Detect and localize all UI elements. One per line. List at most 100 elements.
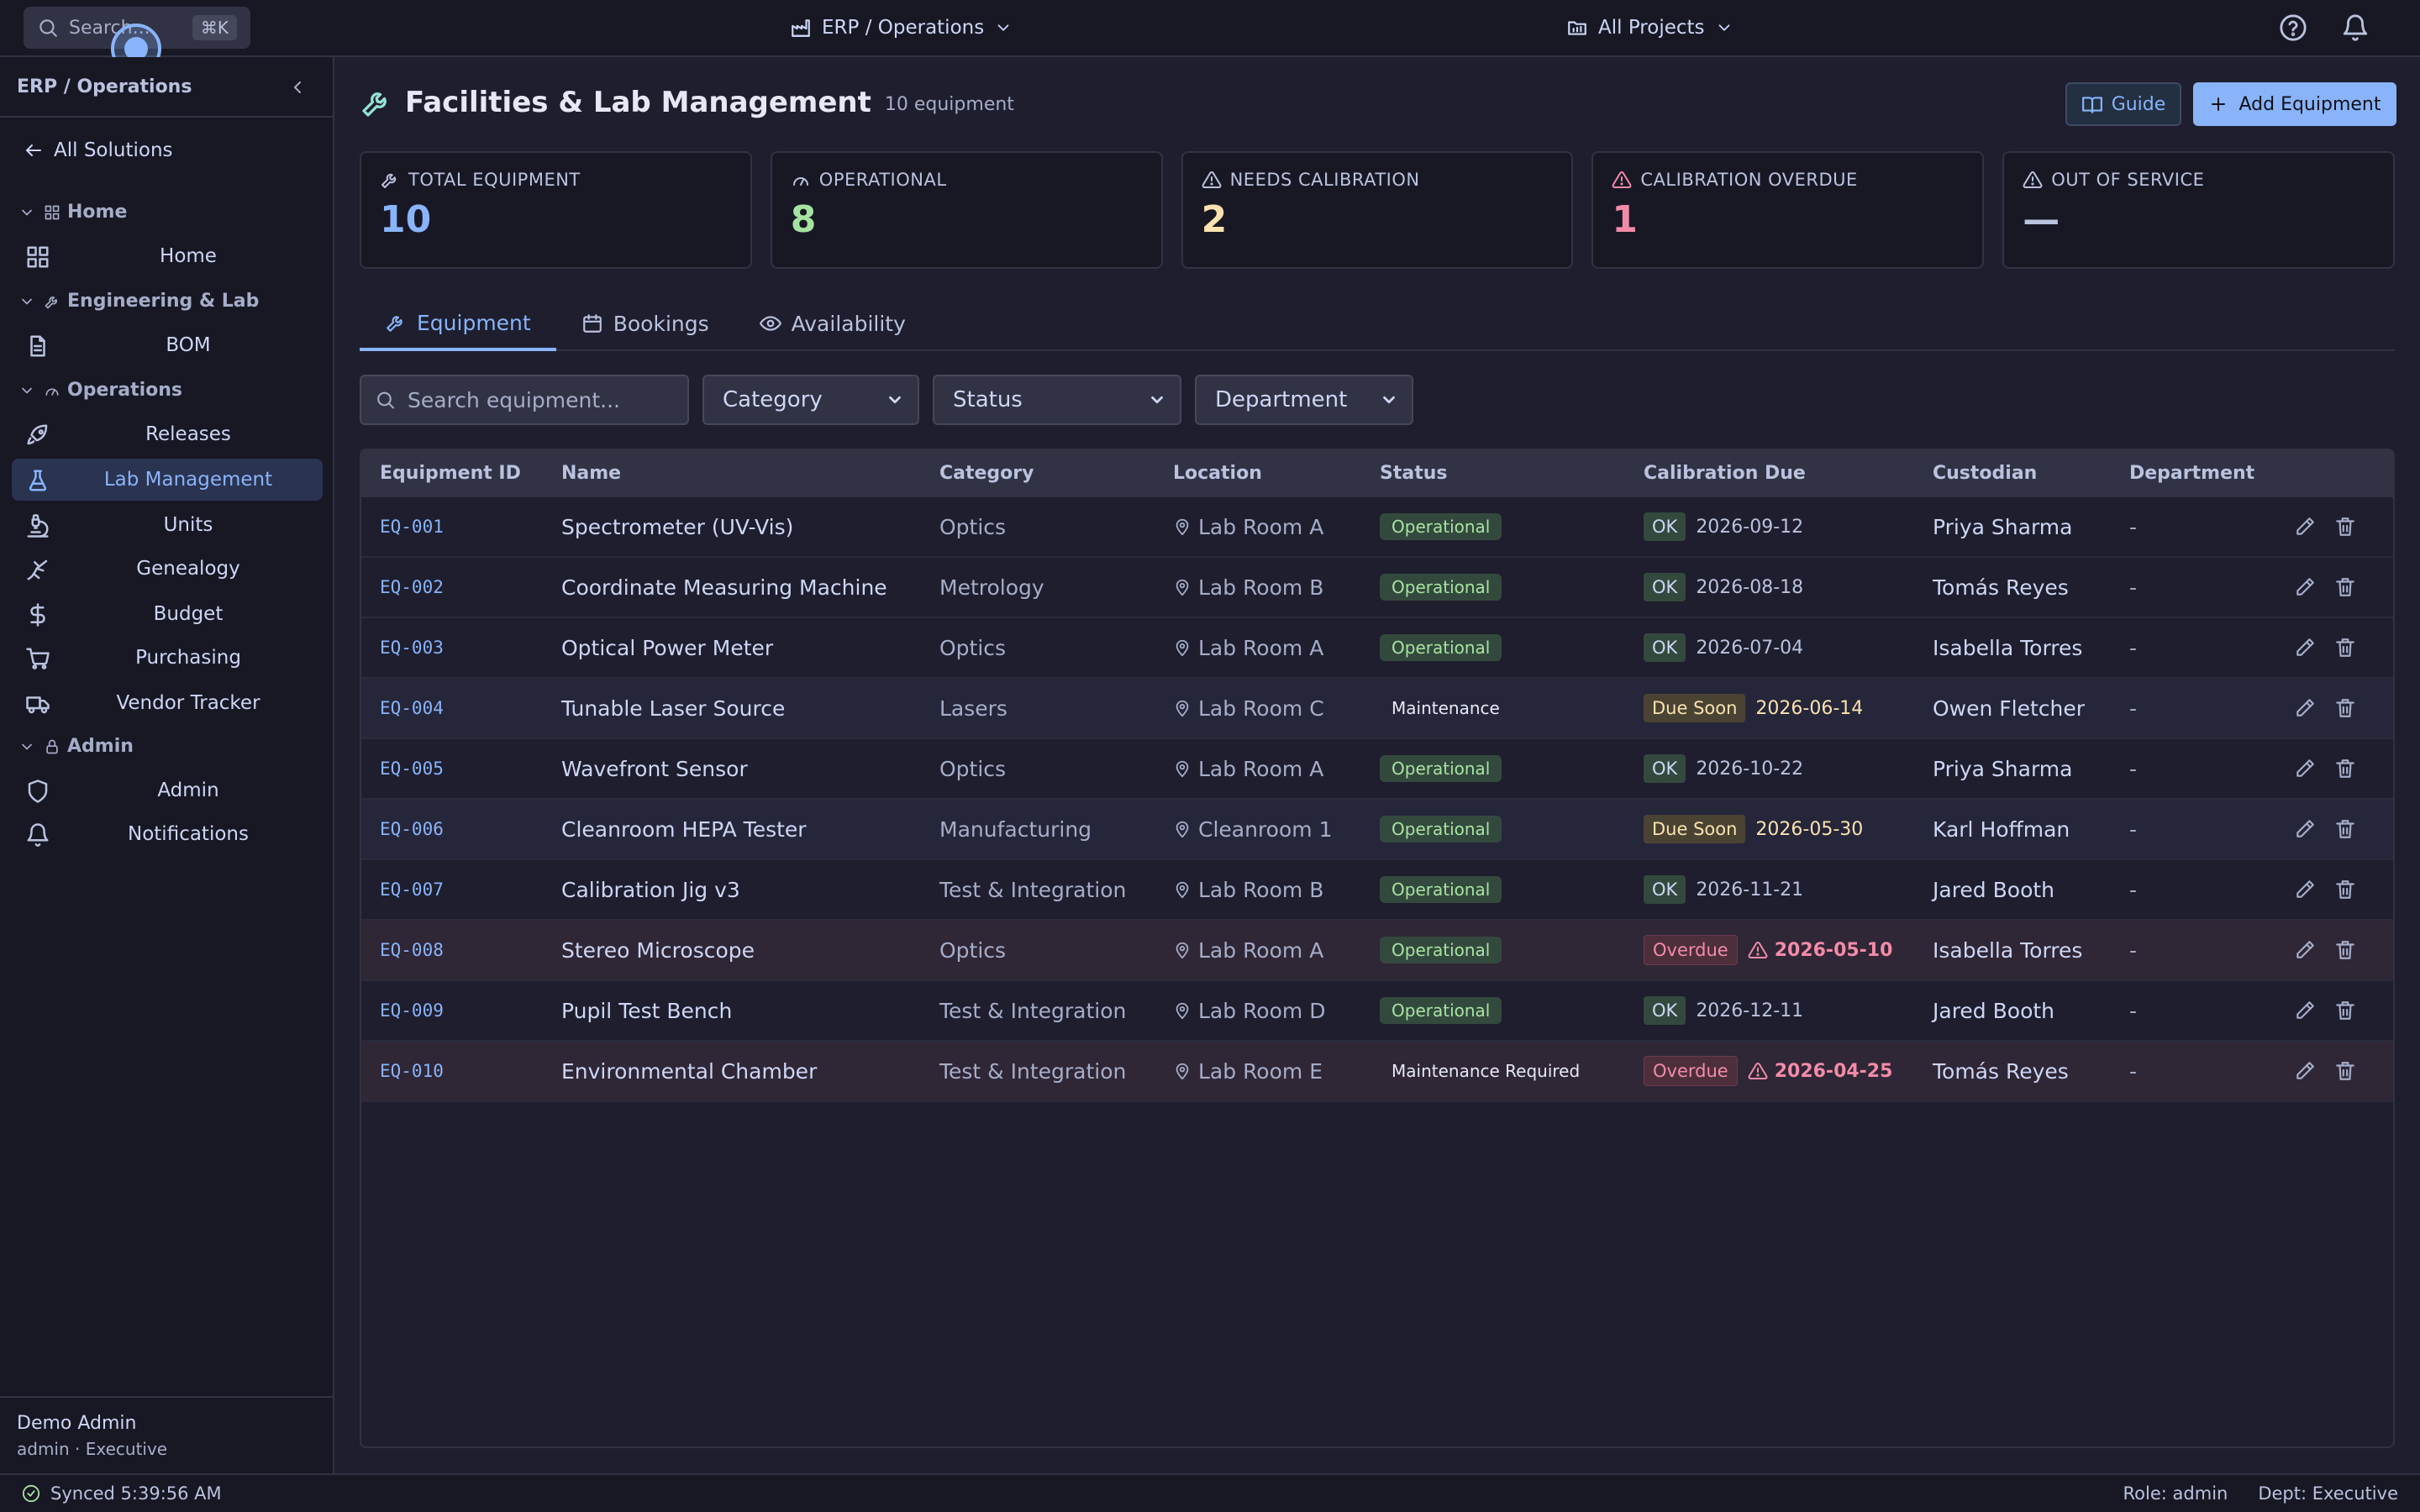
department-select[interactable]: Department [1195,375,1413,425]
arrow-left-icon [26,144,41,156]
sidebar-item-budget[interactable]: Budget [12,593,323,635]
sidebar-item-notifications[interactable]: Notifications [12,813,323,855]
project-switcher[interactable]: All Projects [1566,0,1744,55]
location-text: Cleanroom 1 [1198,816,1333,842]
sidebar-item-vendor-tracker[interactable]: Vendor Tracker [12,682,323,724]
column-header-category[interactable]: Category [939,463,1034,484]
chevron-down-icon [889,396,901,404]
equipment-status: Maintenance Required [1380,1042,1591,1100]
edit-button[interactable] [2294,697,2317,721]
status-badge: Operational [1380,513,1502,540]
delete-button[interactable] [2334,818,2358,842]
equipment-id-link[interactable]: EQ-010 [380,1042,444,1100]
delete-button[interactable] [2334,516,2358,539]
sidebar-section-engineering[interactable]: Engineering & Lab [18,291,259,312]
edit-button[interactable] [2294,939,2317,963]
column-header-status[interactable]: Status [1380,463,1447,484]
equipment-custodian: Owen Fletcher [1933,696,2086,721]
sidebar-item-admin[interactable]: Admin [12,769,323,811]
equipment-id-link[interactable]: EQ-008 [380,921,444,979]
all-solutions-link[interactable]: All Solutions [24,139,173,161]
tab-availability[interactable]: Availability [734,297,931,349]
table-row[interactable]: EQ-007 Calibration Jig v3 Test & Integrati… [361,860,2393,921]
chevron-down-icon [22,298,32,304]
table-row[interactable]: EQ-003 Optical Power Meter Optics Lab Room … [361,618,2393,679]
equipment-id-link[interactable]: EQ-006 [380,800,444,858]
map-pin-icon [1176,579,1189,596]
sidebar-section-admin[interactable]: Admin [18,736,134,757]
delete-button[interactable] [2334,576,2358,600]
column-header-calibration-due[interactable]: Calibration Due [1644,463,1806,484]
column-header-custodian[interactable]: Custodian [1933,463,2037,484]
equipment-search-input[interactable] [408,387,674,412]
equipment-id-link[interactable]: EQ-007 [380,860,444,919]
sidebar-item-home[interactable]: Home [12,235,323,277]
equipment-location: Lab Room B [1173,558,1323,617]
edit-button[interactable] [2294,1000,2317,1023]
gauge-icon [792,177,808,186]
equipment-id-link[interactable]: EQ-009 [380,981,444,1040]
status-badge: Operational [1380,997,1502,1024]
equipment-id-link[interactable]: EQ-001 [380,497,444,556]
delete-button[interactable] [2334,939,2358,963]
sidebar-section-home[interactable]: Home [18,202,127,223]
table-row[interactable]: EQ-004 Tunable Laser Source Lasers Lab Room… [361,679,2393,739]
sidebar-item-genealogy[interactable]: Genealogy [12,548,323,590]
filter-bar: Category Status Department [360,375,1413,425]
notifications-button[interactable] [2341,13,2370,42]
equipment-id-link[interactable]: EQ-005 [380,739,444,798]
column-header-equipment-id[interactable]: Equipment ID [380,463,521,484]
table-row[interactable]: EQ-009 Pupil Test Bench Test & Integration… [361,981,2393,1042]
stat-card-calibration-overdue: CALIBRATION OVERDUE 1 [1591,151,1985,269]
delete-button[interactable] [2334,879,2358,902]
app-switcher[interactable]: ERP / Operations [790,0,1023,55]
edit-button[interactable] [2294,576,2317,600]
calibration-due: Overdue 2026-04-25 [1644,1042,1892,1100]
table-row[interactable]: EQ-002 Coordinate Measuring Machine Metrol… [361,558,2393,618]
equipment-id-link[interactable]: EQ-002 [380,558,444,617]
add-equipment-button[interactable]: Add Equipment [2193,82,2396,126]
edit-button[interactable] [2294,879,2317,902]
map-pin-icon [1176,760,1189,778]
department-select-value: Department [1215,387,1348,412]
map-pin-icon [1176,700,1189,717]
sidebar-collapse-button[interactable] [287,77,308,97]
delete-button[interactable] [2334,697,2358,721]
table-row[interactable]: EQ-001 Spectrometer (UV-Vis) Optics Lab Roo… [361,497,2393,558]
sidebar-item-releases[interactable]: Releases [12,413,323,455]
delete-button[interactable] [2334,1000,2358,1023]
guide-button[interactable]: Guide [2065,82,2181,126]
table-row[interactable]: EQ-008 Stereo Microscope Optics Lab Room A O… [361,921,2393,981]
edit-button[interactable] [2294,818,2317,842]
column-header-name[interactable]: Name [561,463,621,484]
edit-button[interactable] [2294,1060,2317,1084]
delete-button[interactable] [2334,758,2358,781]
table-row[interactable]: EQ-006 Cleanroom HEPA Tester Manufacturing… [361,800,2393,860]
help-button[interactable] [2279,13,2307,42]
delete-button[interactable] [2334,1060,2358,1084]
table-row[interactable]: EQ-010 Environmental Chamber Test & Integr… [361,1042,2393,1102]
sidebar-item-purchasing[interactable]: Purchasing [12,637,323,679]
map-pin-icon [1176,639,1189,657]
column-header-location[interactable]: Location [1173,463,1262,484]
delete-button[interactable] [2334,637,2358,660]
sidebar-item-units[interactable]: Units [12,504,323,546]
column-header-department[interactable]: Department [2129,463,2254,484]
category-select[interactable]: Category [702,375,919,425]
edit-button[interactable] [2294,758,2317,781]
calibration-date: 2026-12-11 [1696,1000,1804,1021]
calibration-date: 2026-09-12 [1696,516,1804,538]
sidebar-item-bom[interactable]: BOM [12,324,323,366]
user-profile[interactable]: Demo Admin admin · Executive [0,1396,333,1473]
edit-button[interactable] [2294,637,2317,660]
equipment-id-link[interactable]: EQ-003 [380,618,444,677]
sidebar-item-lab-management[interactable]: Lab Management [12,459,323,501]
equipment-id-link[interactable]: EQ-004 [380,679,444,738]
tab-bookings[interactable]: Bookings [556,297,734,349]
status-select[interactable]: Status [933,375,1181,425]
tab-equipment[interactable]: Equipment [360,297,556,351]
sidebar-section-operations[interactable]: Operations [18,380,182,401]
sidebar-section-label: Home [67,202,128,223]
table-row[interactable]: EQ-005 Wavefront Sensor Optics Lab Room A Op… [361,739,2393,800]
edit-button[interactable] [2294,516,2317,539]
